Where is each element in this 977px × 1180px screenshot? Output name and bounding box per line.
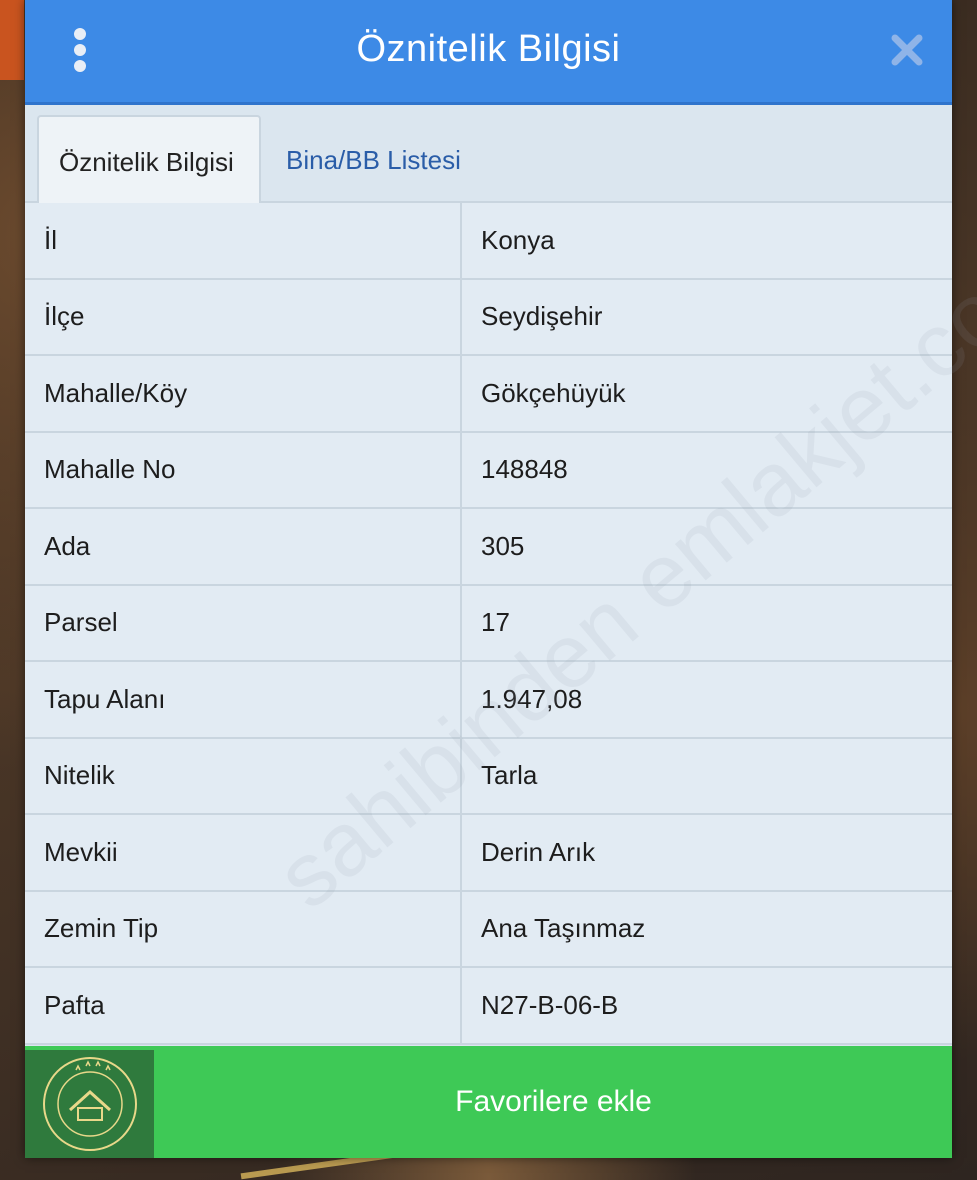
table-row: Nitelik Tarla	[25, 738, 952, 815]
attribute-value: Seydişehir	[481, 301, 603, 332]
table-row: Zemin Tip Ana Taşınmaz	[25, 891, 952, 968]
table-row: Ada 305	[25, 509, 952, 586]
attribute-dialog: Öznitelik Bilgisi Öznitelik Bilgisi Bina…	[25, 0, 977, 1158]
table-row: Mevkii Derin Arık	[25, 815, 952, 892]
dialog-footer: Favorilere ekle	[25, 1046, 952, 1158]
attribute-table: İl Konya İlçe Seydişehir Mahalle/Köy Gök…	[25, 203, 952, 1045]
dialog-header: Öznitelik Bilgisi	[25, 0, 952, 105]
map-layer-accent	[0, 0, 24, 80]
attribute-value: N27-B-06-B	[481, 989, 619, 1020]
attribute-value: Ana Taşınmaz	[481, 913, 646, 944]
tab-building-list[interactable]: Bina/BB Listesi	[266, 115, 481, 205]
attribute-key: İl	[25, 203, 462, 278]
table-row: İlçe Seydişehir	[25, 279, 952, 356]
attribute-key: Mahalle No	[25, 432, 462, 507]
attribute-key: Tapu Alanı	[25, 662, 462, 737]
attribute-value: 305	[481, 530, 525, 561]
close-icon[interactable]	[887, 30, 927, 70]
attribute-key: Parsel	[25, 585, 462, 660]
attribute-value: 17	[481, 607, 510, 638]
table-row: Mahalle No 148848	[25, 432, 952, 509]
attribute-key: Pafta	[25, 968, 462, 1043]
attribute-key: Mahalle/Köy	[25, 356, 462, 431]
attribute-key: Nitelik	[25, 738, 462, 813]
attribute-value: Konya	[481, 224, 555, 255]
tab-attribute-info[interactable]: Öznitelik Bilgisi	[37, 115, 261, 205]
table-row: İl Konya	[25, 203, 952, 280]
attribute-key: İlçe	[25, 279, 462, 354]
attribute-value: Derin Arık	[481, 836, 596, 867]
attribute-key: Zemin Tip	[25, 891, 462, 966]
attribute-value: Gökçehüyük	[481, 377, 626, 408]
dialog-title: Öznitelik Bilgisi	[356, 28, 621, 70]
attribute-key: Ada	[25, 509, 462, 584]
attribute-value: 1.947,08	[481, 683, 583, 714]
agency-logo	[25, 1050, 154, 1158]
table-row: Parsel 17	[25, 585, 952, 662]
add-to-favorites-button[interactable]: Favorilere ekle	[155, 1046, 952, 1158]
table-row: Tapu Alanı 1.947,08	[25, 662, 952, 739]
tab-bar: Öznitelik Bilgisi Bina/BB Listesi	[25, 105, 952, 205]
attribute-value: 148848	[481, 454, 568, 485]
attribute-value: Tarla	[481, 760, 538, 791]
attribute-key: Mevkii	[25, 815, 462, 890]
table-row: Pafta N27-B-06-B	[25, 968, 952, 1045]
table-row: Mahalle/Köy Gökçehüyük	[25, 356, 952, 433]
